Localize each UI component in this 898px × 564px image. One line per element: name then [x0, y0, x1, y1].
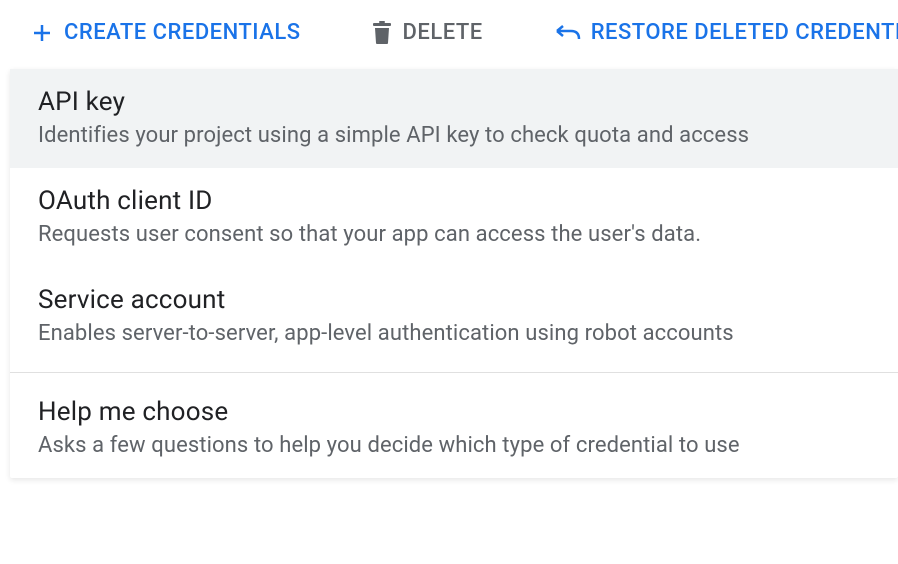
menu-item-api-key[interactable]: API key Identifies your project using a … [10, 69, 898, 168]
create-credentials-label: CREATE CREDENTIALS [64, 20, 301, 45]
plus-icon [30, 21, 54, 45]
menu-item-service-account[interactable]: Service account Enables server-to-server… [10, 267, 898, 366]
menu-item-desc: Identifies your project using a simple A… [38, 123, 870, 148]
menu-item-desc: Enables server-to-server, app-level auth… [38, 321, 870, 346]
trash-icon [371, 21, 393, 45]
restore-label: RESTORE DELETED CREDENTIALS [591, 20, 898, 45]
restore-button[interactable]: RESTORE DELETED CREDENTIALS [553, 20, 898, 45]
menu-item-title: Service account [38, 285, 870, 315]
menu-item-title: API key [38, 87, 870, 117]
menu-item-help-choose[interactable]: Help me choose Asks a few questions to h… [10, 379, 898, 478]
menu-divider [10, 372, 898, 373]
delete-button[interactable]: DELETE [371, 20, 483, 45]
credentials-dropdown: API key Identifies your project using a … [10, 69, 898, 478]
menu-item-title: OAuth client ID [38, 186, 870, 216]
delete-label: DELETE [403, 20, 483, 45]
menu-item-title: Help me choose [38, 397, 870, 427]
menu-item-desc: Asks a few questions to help you decide … [38, 433, 870, 458]
menu-item-oauth[interactable]: OAuth client ID Requests user consent so… [10, 168, 898, 267]
toolbar: CREATE CREDENTIALS DELETE RESTORE DELETE… [0, 0, 898, 69]
undo-icon [553, 23, 581, 43]
menu-item-desc: Requests user consent so that your app c… [38, 222, 870, 247]
create-credentials-button[interactable]: CREATE CREDENTIALS [30, 20, 301, 45]
